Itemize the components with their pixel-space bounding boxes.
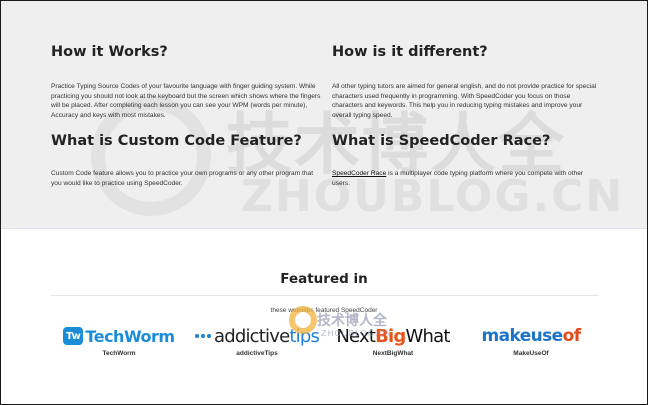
featured-heading: Featured in	[280, 271, 368, 287]
how-different-heading: How is it different?	[332, 44, 488, 60]
techworm-logo-link[interactable]: Tw TechWorm TechWorm	[59, 323, 179, 357]
addictivetips-logo: addictivetips	[194, 323, 320, 349]
race-text: SpeedCoder Race is a multiplayer code ty…	[332, 169, 602, 188]
techworm-wordmark: TechWorm	[85, 326, 175, 346]
nextbigwhat-logo: NextBigWhat	[329, 323, 457, 349]
addictivetips-caption: addictiveTips	[236, 350, 278, 357]
custom-code-text: Custom Code feature allows you to practi…	[51, 170, 314, 187]
nextbigwhat-logo-link[interactable]: NextBigWhat NextBigWhat	[329, 323, 457, 358]
techworm-caption: TechWorm	[102, 350, 136, 357]
makeuseof-caption: MakeUseOf	[513, 350, 549, 357]
addictivetips-dots-icon	[194, 334, 211, 338]
info-section: 技术博人全 ZHOUBLOG.CN How it Works? Practice…	[1, 1, 647, 229]
how-it-works-text: Practice Typing Source Codes of your fav…	[51, 83, 321, 119]
race-block: What is SpeedCoder Race? SpeedCoder Race…	[332, 133, 602, 188]
addictivetips-wordmark: addictivetips	[213, 325, 320, 347]
custom-code-block: What is Custom Code Feature? Custom Code…	[51, 133, 321, 188]
how-different-block: How is it different? All other typing tu…	[332, 44, 602, 120]
how-it-works-block: How it Works? Practice Typing Source Cod…	[51, 44, 321, 120]
addictivetips-logo-link[interactable]: addictivetips addictiveTips	[194, 323, 320, 357]
makeuseof-logo-link[interactable]: makeuseof MakeUseOf	[467, 323, 595, 357]
race-heading: What is SpeedCoder Race?	[332, 133, 551, 149]
speedcoder-race-link[interactable]: SpeedCoder Race	[332, 170, 386, 177]
page-frame: 技术博人全 ZHOUBLOG.CN How it Works? Practice…	[0, 0, 648, 405]
custom-code-heading: What is Custom Code Feature?	[51, 133, 302, 149]
how-different-text: All other typing tutors are aimed for ge…	[332, 83, 597, 119]
techworm-logo: Tw TechWorm	[59, 323, 179, 349]
makeuseof-wordmark: makeuseof	[481, 326, 581, 346]
techworm-badge-icon: Tw	[63, 327, 84, 345]
nextbigwhat-caption: NextBigWhat	[372, 350, 414, 357]
how-it-works-heading: How it Works?	[51, 44, 168, 60]
nextbigwhat-wordmark: NextBigWhat	[336, 325, 450, 347]
makeuseof-logo: makeuseof	[467, 323, 595, 349]
featured-subtitle: these websites featured SpeedCoder	[270, 307, 378, 314]
featured-divider	[51, 295, 599, 296]
